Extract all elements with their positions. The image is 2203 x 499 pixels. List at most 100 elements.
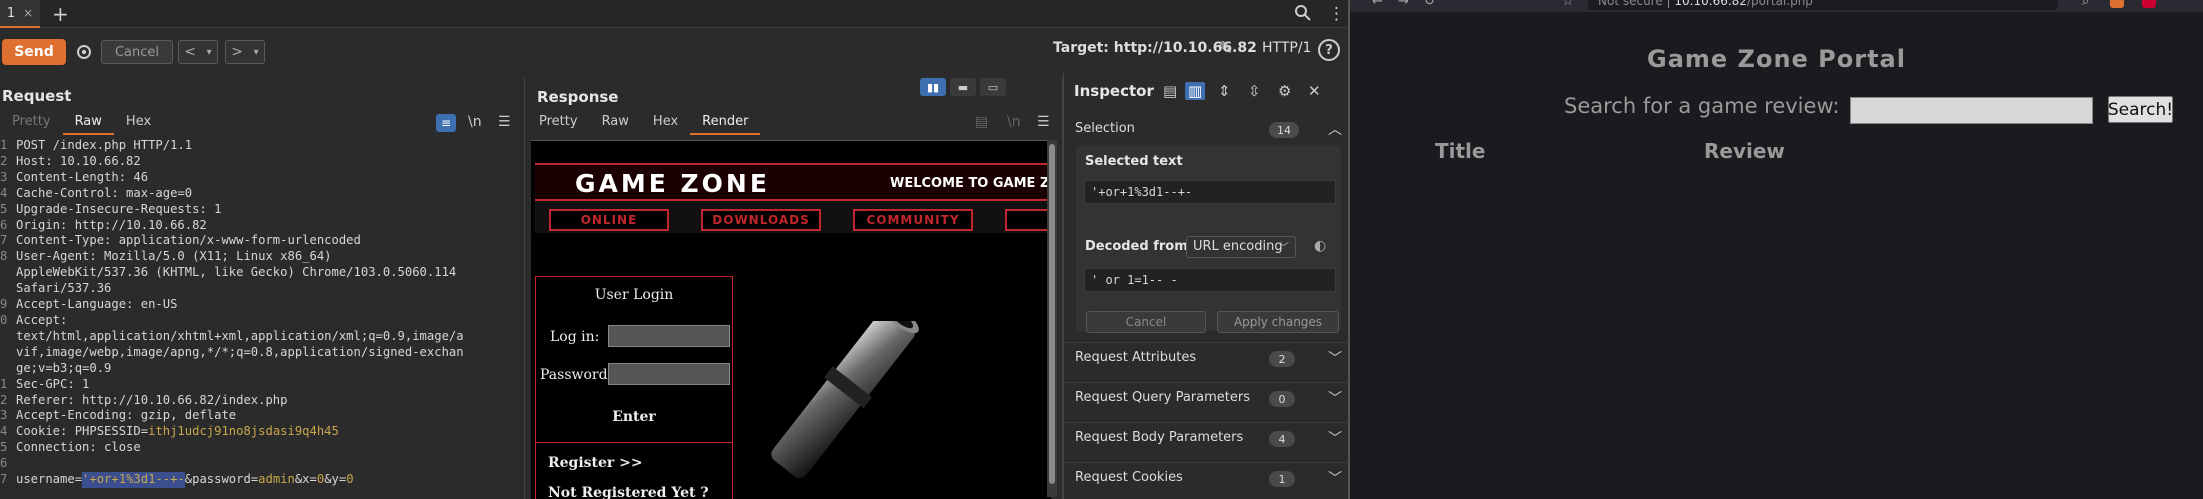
tab-raw[interactable]: Raw <box>590 111 641 135</box>
login-divider <box>536 442 732 443</box>
nav-downloads[interactable]: DOWNLOADS <box>701 209 821 231</box>
forward-arrow-icon[interactable]: → <box>1398 0 1409 9</box>
response-title: Response <box>537 88 619 106</box>
register-link[interactable]: Register >> <box>548 455 643 471</box>
edit-target-pencil-icon[interactable]: ✎ <box>1218 38 1233 59</box>
request-attributes-header[interactable]: Request Attributes 2 ﹀ <box>1064 342 1351 372</box>
layout-stacked-icon[interactable]: ▬ <box>950 78 976 96</box>
decoded-text-value[interactable]: ' or 1=1-- - <box>1084 268 1336 292</box>
zoom-search-icon[interactable]: ⌕ <box>2082 0 2089 9</box>
login-enter-button[interactable]: Enter <box>536 409 732 425</box>
request-view-tabs: Pretty Raw Hex <box>0 111 163 135</box>
cancel-button[interactable]: Cancel <box>101 40 173 64</box>
line-text: Accept: <box>16 312 68 327</box>
newline-toggle[interactable]: \n <box>468 114 482 130</box>
tab-pretty[interactable]: Pretty <box>0 111 63 135</box>
bookmark-star-icon[interactable]: ☆ <box>1562 0 1574 9</box>
word-wrap-toggle-icon[interactable]: ≡ <box>436 114 456 132</box>
inspector-cancel-button[interactable]: Cancel <box>1086 311 1206 333</box>
line-number <box>0 281 16 297</box>
response-wrap-icon[interactable]: ▤ <box>975 114 988 130</box>
foxyproxy-extension-icon[interactable] <box>2142 0 2156 8</box>
search-button[interactable]: Search! <box>2108 96 2173 123</box>
tab-hex[interactable]: Hex <box>641 111 690 135</box>
search-icon[interactable] <box>1294 4 1312 27</box>
nav-community[interactable]: COMMUNITY <box>853 209 973 231</box>
page-title: Game Zone Portal <box>1647 45 1906 73</box>
reload-icon[interactable]: ↻ <box>1424 0 1435 9</box>
line-text: Content-Length: 46 <box>16 169 149 184</box>
selected-payload: '+or+1%3d1--+- <box>82 472 185 488</box>
line-text: Referer: http://10.10.66.82/index.php <box>16 392 288 407</box>
request-line: ge;v=b3;q=0.9 <box>0 361 520 377</box>
nav-online[interactable]: ONLINE <box>549 209 669 231</box>
chevron-down-icon[interactable]: ﹀ <box>1328 388 1342 408</box>
add-tab-icon[interactable]: + <box>52 2 69 26</box>
line-number: 5 <box>0 440 8 455</box>
selected-text-label: Selected text <box>1085 154 1183 169</box>
inspector-layout-panel-icon[interactable]: ▥ <box>1185 82 1206 100</box>
tab-hex[interactable]: Hex <box>114 111 163 135</box>
back-arrow-icon[interactable]: ← <box>1372 0 1383 9</box>
selected-text-value[interactable]: '+or+1%3d1--+- <box>1084 180 1336 204</box>
request-query-params-header[interactable]: Request Query Parameters 0 ﹀ <box>1064 382 1351 412</box>
request-line: AppleWebKit/537.36 (KHTML, like Gecko) C… <box>0 265 520 281</box>
request-menu-icon[interactable]: ☰ <box>498 114 511 130</box>
cookie-value: ithj1udcj91no8jsdasi9q4h45 <box>148 424 339 439</box>
tab-pretty[interactable]: Pretty <box>527 111 590 135</box>
send-settings-gear-icon[interactable] <box>72 39 96 65</box>
body-param-value: 0 <box>316 472 325 487</box>
layout-tabs-icon[interactable]: ▭ <box>980 78 1006 96</box>
line-number: 7 <box>0 233 8 248</box>
collapse-all-icon[interactable]: ⇳ <box>1248 82 1261 100</box>
chevron-down-icon[interactable]: ﹀ <box>1328 348 1342 368</box>
forward-arrow-icon: > <box>231 44 244 60</box>
tab-render[interactable]: Render <box>690 111 761 135</box>
tab-raw[interactable]: Raw <box>62 111 114 135</box>
tab-close-icon[interactable]: × <box>23 6 33 20</box>
help-icon[interactable]: ? <box>1318 39 1340 61</box>
request-line: 3 Accept-Encoding: gzip, deflate <box>0 408 520 424</box>
inspector-close-icon[interactable]: ✕ <box>1308 82 1321 100</box>
expand-all-icon[interactable]: ⇕ <box>1218 82 1231 100</box>
request-editor[interactable]: 1 POST /index.php HTTP/1.1 2 Host: 10.10.66… <box>0 138 520 499</box>
search-input[interactable] <box>1850 97 2093 124</box>
selection-section-header[interactable]: Selection 14 ︿ <box>1064 114 1351 144</box>
inspector-settings-gear-icon[interactable]: ⚙ <box>1278 82 1291 100</box>
add-decoding-layer-icon[interactable]: ◐ <box>1314 238 1326 254</box>
more-vertical-icon[interactable]: ⋮ <box>1328 4 1345 24</box>
http-version-label[interactable]: HTTP/1 <box>1262 40 1311 56</box>
request-body-params-header[interactable]: Request Body Parameters 4 ﹀ <box>1064 422 1351 452</box>
response-newline-toggle[interactable]: \n <box>1007 114 1021 130</box>
login-username-field[interactable] <box>608 325 730 347</box>
inspector-title: Inspector <box>1074 82 1154 100</box>
login-password-field[interactable] <box>608 363 730 385</box>
burp-extension-icon[interactable] <box>2110 0 2124 8</box>
repeater-tab-1[interactable]: 1 × <box>0 0 40 28</box>
chevron-down-icon[interactable]: ﹀ <box>1328 428 1342 448</box>
telescope-image <box>771 321 919 479</box>
layout-side-by-side-icon[interactable]: ▮▮ <box>920 78 946 96</box>
forward-dropdown-icon[interactable]: ▾ <box>254 47 259 58</box>
line-number: 3 <box>0 169 8 184</box>
send-button[interactable]: Send <box>2 39 66 65</box>
back-button[interactable]: < ▾ <box>178 40 218 64</box>
chevron-up-icon[interactable]: ︿ <box>1328 119 1342 139</box>
chevron-down-icon[interactable]: ﹀ <box>1328 468 1342 488</box>
forward-button[interactable]: > ▾ <box>225 40 265 64</box>
request-cookies-header[interactable]: Request Cookies 1 ﹀ <box>1064 462 1351 492</box>
login-password-label: Password: <box>540 367 613 383</box>
response-scrollbar[interactable] <box>1047 140 1057 497</box>
request-line: text/html,application/xhtml+xml,applicat… <box>0 329 520 345</box>
back-dropdown-icon[interactable]: ▾ <box>207 47 212 58</box>
decoding-select[interactable]: URL encoding ﹀ <box>1186 236 1296 258</box>
response-menu-icon[interactable]: ☰ <box>1037 114 1050 130</box>
address-bar[interactable]: Not secure | 10.10.66.82/portal.php <box>1588 0 2058 10</box>
body-param-name: &x= <box>294 472 317 487</box>
login-box: User Login Log in: Password: Enter Regis… <box>535 276 733 499</box>
apply-changes-button[interactable]: Apply changes <box>1217 311 1339 333</box>
nav-arcade[interactable]: ARC <box>1005 209 1051 231</box>
inspector-layout-list-icon[interactable]: ▤ <box>1163 82 1177 100</box>
response-scroll-thumb[interactable] <box>1049 144 1055 484</box>
back-arrow-icon: < <box>184 44 197 60</box>
